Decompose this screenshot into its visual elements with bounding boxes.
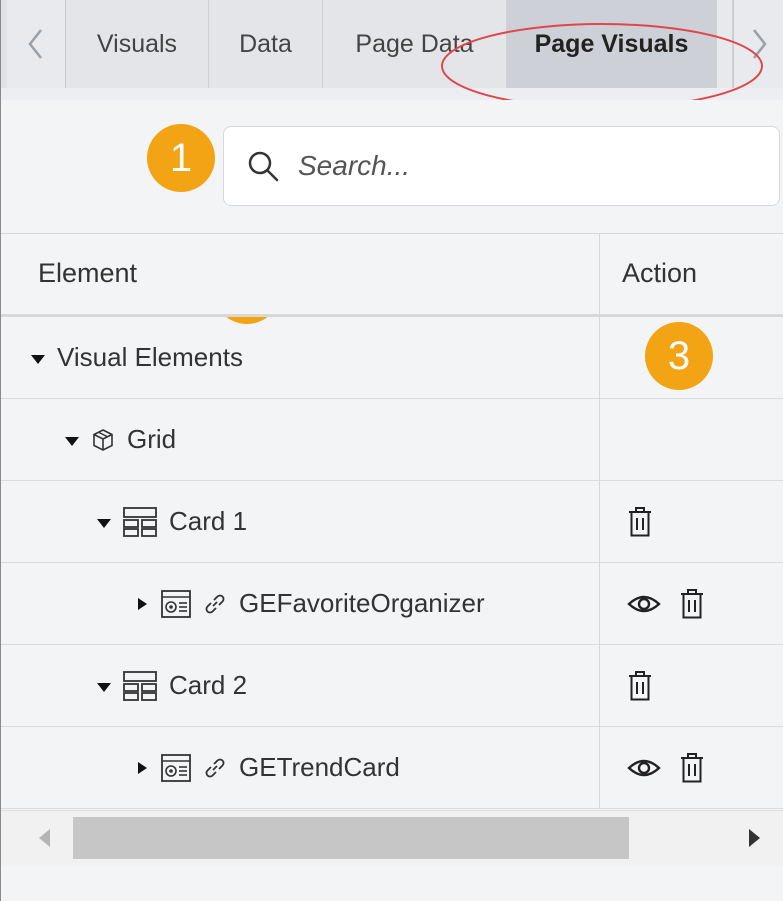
tree-row-grid[interactable]: Grid bbox=[1, 399, 783, 481]
caret-down-icon[interactable] bbox=[97, 683, 111, 692]
search-area bbox=[1, 100, 783, 233]
eye-icon[interactable] bbox=[627, 756, 661, 780]
tree-row-visual-elements[interactable]: Visual Elements bbox=[1, 317, 783, 399]
chevron-left-icon bbox=[28, 29, 42, 59]
tab-spacer bbox=[717, 0, 733, 88]
panel-footer bbox=[1, 866, 783, 901]
caret-right-icon[interactable] bbox=[138, 761, 147, 774]
tab-page-data[interactable]: Page Data bbox=[323, 0, 507, 88]
link-icon bbox=[203, 756, 227, 780]
caret-down-icon[interactable] bbox=[97, 519, 111, 528]
tree-row-card-1[interactable]: Card 1 bbox=[1, 481, 783, 563]
horizontal-scrollbar[interactable] bbox=[1, 810, 783, 866]
row-label: Card 2 bbox=[169, 670, 248, 700]
page-visuals-panel: Visuals Data Page Data Page Visuals 1 2 … bbox=[0, 0, 783, 901]
tree-row-gefavoriteorganizer[interactable]: GEFavoriteOrganizer bbox=[1, 563, 783, 645]
table-header: Element Action bbox=[1, 233, 783, 317]
tab-scroll-left-button[interactable] bbox=[7, 0, 66, 88]
tab-bar: Visuals Data Page Data Page Visuals bbox=[1, 0, 783, 88]
caret-down-icon[interactable] bbox=[31, 355, 45, 364]
column-header-action: Action bbox=[622, 258, 698, 288]
tab-bar-divider bbox=[1, 88, 783, 100]
tree-row-getrendcard[interactable]: GETrendCard bbox=[1, 727, 783, 809]
tree-row-card-2[interactable]: Card 2 bbox=[1, 645, 783, 727]
chevron-right-icon bbox=[753, 29, 767, 59]
tab-page-visuals[interactable]: Page Visuals bbox=[507, 0, 717, 88]
scroll-right-arrow-icon[interactable] bbox=[749, 829, 760, 847]
trash-icon[interactable] bbox=[627, 506, 653, 538]
search-icon bbox=[248, 151, 279, 182]
search-box[interactable] bbox=[223, 126, 780, 206]
caret-down-icon[interactable] bbox=[65, 437, 79, 446]
card-icon bbox=[123, 670, 157, 701]
column-header-element: Element bbox=[38, 258, 138, 288]
tab-scroll-right-button[interactable] bbox=[733, 0, 783, 88]
row-label: Grid bbox=[127, 424, 177, 454]
caret-right-icon[interactable] bbox=[138, 597, 147, 610]
row-label: GEFavoriteOrganizer bbox=[239, 588, 485, 618]
widget-icon bbox=[161, 589, 191, 618]
callout-badge-1: 1 bbox=[147, 124, 215, 192]
tab-data[interactable]: Data bbox=[209, 0, 323, 88]
widget-icon bbox=[161, 753, 191, 782]
trash-icon[interactable] bbox=[679, 588, 705, 620]
grid-icon bbox=[91, 428, 115, 452]
row-label: Card 1 bbox=[169, 506, 248, 536]
scroll-left-arrow-icon[interactable] bbox=[39, 829, 50, 847]
search-input[interactable] bbox=[296, 149, 740, 183]
card-icon bbox=[123, 506, 157, 537]
trash-icon[interactable] bbox=[679, 752, 705, 784]
link-icon bbox=[203, 592, 227, 616]
trash-icon[interactable] bbox=[627, 670, 653, 702]
row-label: GETrendCard bbox=[239, 752, 400, 782]
tab-visuals[interactable]: Visuals bbox=[66, 0, 209, 88]
row-label: Visual Elements bbox=[57, 342, 243, 372]
eye-icon[interactable] bbox=[627, 592, 661, 616]
scrollbar-thumb[interactable] bbox=[73, 817, 629, 859]
